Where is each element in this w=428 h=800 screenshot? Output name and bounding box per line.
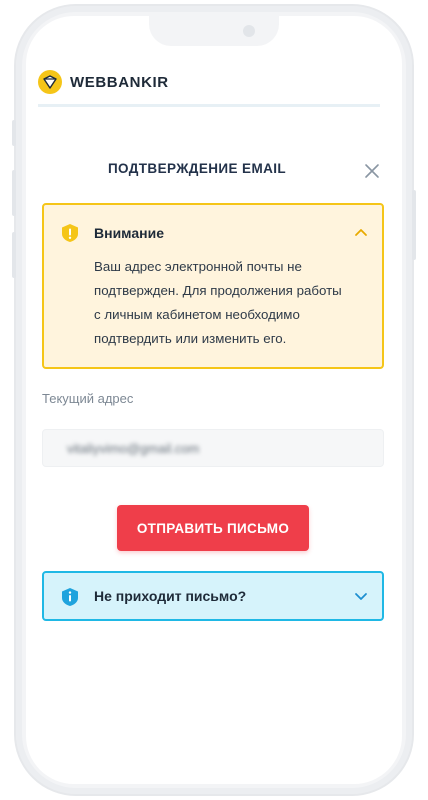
current-email-field[interactable]: vitaliyvimo@gmail.com bbox=[42, 429, 384, 467]
chevron-down-icon[interactable] bbox=[354, 592, 368, 602]
warning-body-line: с личным кабинетом необходимо bbox=[94, 307, 300, 322]
email-confirmation-modal: ПОДТВЕРЖДЕНИЕ EMAIL Внимание Ваш адрес э… bbox=[42, 147, 384, 707]
phone-power-button bbox=[412, 190, 416, 260]
warning-body-line: Ваш адрес электронной почты не bbox=[94, 259, 302, 274]
close-button[interactable] bbox=[360, 159, 384, 183]
warning-body: Ваш адрес электронной почты не подтвержд… bbox=[94, 255, 356, 351]
phone-volume-up-button bbox=[12, 170, 16, 216]
header-divider bbox=[38, 104, 380, 107]
chevron-up-icon[interactable] bbox=[354, 227, 368, 237]
phone-notch bbox=[149, 16, 279, 46]
info-shield-icon bbox=[62, 588, 78, 606]
warning-body-line: подтвердить или изменить его. bbox=[94, 331, 287, 346]
warning-alert: Внимание Ваш адрес электронной почты не … bbox=[42, 203, 384, 369]
warning-title: Внимание bbox=[94, 225, 164, 241]
modal-title: ПОДТВЕРЖДЕНИЕ EMAIL bbox=[107, 161, 287, 176]
phone-volume-down-button bbox=[12, 232, 16, 278]
warning-body-line: подтвержден. Для продолжения работы bbox=[94, 283, 342, 298]
close-icon bbox=[365, 164, 379, 178]
warning-shield-icon bbox=[62, 224, 78, 242]
brand-name[interactable]: WEBBANKIR bbox=[70, 74, 169, 91]
webbankir-logo-icon[interactable] bbox=[38, 70, 62, 94]
phone-screen: WEBBANKIR ПОДТВЕРЖДЕНИЕ EMAIL Внимание В… bbox=[26, 16, 402, 784]
send-email-button[interactable]: ОТПРАВИТЬ ПИСЬМО bbox=[117, 505, 309, 551]
app-header: WEBBANKIR bbox=[38, 60, 380, 104]
phone-side-button bbox=[12, 120, 16, 146]
help-accordion[interactable]: Не приходит письмо? bbox=[42, 571, 384, 621]
current-email-value: vitaliyvimo@gmail.com bbox=[67, 440, 200, 456]
camera-icon bbox=[243, 25, 255, 37]
help-title: Не приходит письмо? bbox=[94, 588, 247, 604]
current-email-label: Текущий адрес bbox=[42, 391, 134, 406]
